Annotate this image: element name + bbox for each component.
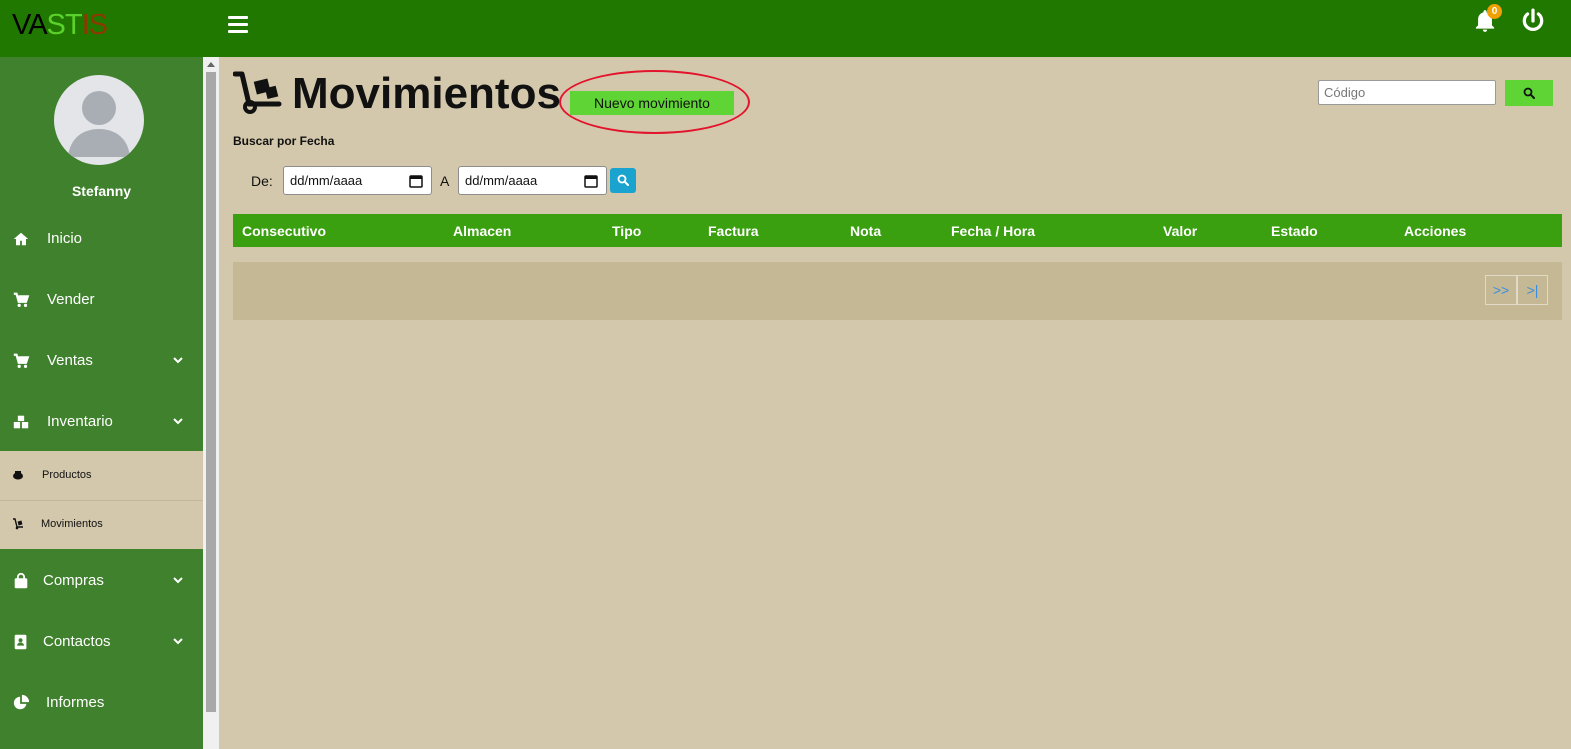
cart-icon <box>13 353 30 369</box>
dolly-icon <box>13 518 23 530</box>
column-header-factura[interactable]: Factura <box>708 223 759 239</box>
sidebar-item-informes[interactable]: Informes <box>0 683 203 723</box>
chevron-down-icon <box>173 577 183 584</box>
inventario-submenu: Productos Movimientos <box>0 451 203 549</box>
address-book-icon <box>14 634 27 650</box>
column-header-consecutivo[interactable]: Consecutivo <box>242 223 326 239</box>
sidebar-item-inventario[interactable]: Inventario <box>0 402 203 442</box>
sidebar-item-contactos[interactable]: Contactos <box>0 622 203 662</box>
menu-toggle-icon[interactable] <box>228 16 248 34</box>
calendar-icon[interactable] <box>409 174 423 188</box>
to-date-input[interactable]: dd/mm/aaaa <box>458 166 607 195</box>
scroll-thumb[interactable] <box>206 72 216 712</box>
sidebar-item-compras[interactable]: Compras <box>0 561 203 601</box>
code-search-input[interactable]: Código <box>1318 80 1496 105</box>
from-label: De: <box>251 173 273 189</box>
submenu-item-productos[interactable]: Productos <box>0 451 203 501</box>
column-header-fecha-hora[interactable]: Fecha / Hora <box>951 223 1035 239</box>
boxes-icon <box>13 415 29 429</box>
column-header-estado[interactable]: Estado <box>1271 223 1318 239</box>
scrollbar[interactable] <box>203 57 219 749</box>
power-icon[interactable] <box>1520 8 1546 34</box>
page-title: Movimientos <box>292 69 561 118</box>
pager-last-button[interactable]: >| <box>1517 275 1548 305</box>
code-search-button[interactable] <box>1505 80 1553 106</box>
column-header-nota[interactable]: Nota <box>850 223 881 239</box>
sidebar-item-inicio[interactable]: Inicio <box>0 219 203 259</box>
sidebar-item-vender[interactable]: Vender <box>0 280 203 320</box>
submenu-item-movimientos[interactable]: Movimientos <box>0 500 203 549</box>
home-icon <box>13 232 29 246</box>
username: Stefanny <box>71 183 132 199</box>
pie-chart-icon <box>13 694 30 710</box>
calendar-icon[interactable] <box>584 174 598 188</box>
search-by-date-label: Buscar por Fecha <box>233 134 335 148</box>
table-header: Consecutivo Almacen Tipo Factura Nota Fe… <box>233 214 1562 247</box>
app-logo[interactable]: VASTIS <box>12 9 108 41</box>
new-movement-button[interactable]: Nuevo movimiento <box>570 91 734 115</box>
column-header-tipo[interactable]: Tipo <box>612 223 641 239</box>
table-footer: >> >| <box>233 262 1562 320</box>
top-bar: VASTIS 0 <box>0 0 1571 57</box>
to-label: A <box>440 173 450 189</box>
pager-next-button[interactable]: >> <box>1485 275 1517 305</box>
scroll-up-icon[interactable] <box>207 62 215 67</box>
shopping-bag-icon <box>14 572 28 589</box>
column-header-almacen[interactable]: Almacen <box>453 223 511 239</box>
cart-plus-icon <box>13 292 30 308</box>
avatar[interactable] <box>54 75 144 165</box>
product-icon <box>13 471 23 480</box>
sidebar-item-ventas[interactable]: Ventas <box>0 341 203 381</box>
notification-badge: 0 <box>1487 4 1502 19</box>
chevron-down-icon <box>173 357 183 364</box>
search-icon <box>1523 87 1535 99</box>
chevron-down-icon <box>173 638 183 645</box>
sidebar: Stefanny Inicio Vender Ventas Inventario… <box>0 57 203 749</box>
date-search-button[interactable] <box>610 168 636 193</box>
dolly-icon <box>233 71 282 114</box>
search-icon <box>617 174 629 186</box>
column-header-valor[interactable]: Valor <box>1163 223 1197 239</box>
from-date-input[interactable]: dd/mm/aaaa <box>283 166 432 195</box>
chevron-down-icon <box>173 418 183 425</box>
column-header-acciones[interactable]: Acciones <box>1404 223 1466 239</box>
